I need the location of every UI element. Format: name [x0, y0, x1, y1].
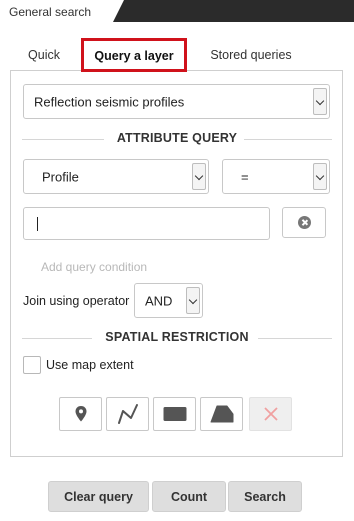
polygon-icon: [210, 405, 233, 423]
polyline-icon: [117, 404, 138, 424]
spatial-restriction-heading: SPATIAL RESTRICTION: [22, 330, 332, 346]
query-value-input[interactable]: [24, 208, 269, 239]
operator-select[interactable]: =: [222, 159, 330, 194]
clear-value-button[interactable]: [282, 207, 326, 238]
clear-drawing-button[interactable]: [249, 397, 292, 431]
operator-select-value: =: [241, 169, 249, 184]
tab-quick[interactable]: Quick: [16, 41, 72, 69]
field-select-value: Profile: [42, 169, 79, 184]
rectangle-icon: [163, 407, 186, 421]
attribute-query-heading: ATTRIBUTE QUERY: [22, 131, 332, 147]
use-map-extent-label: Use map extent: [46, 358, 134, 372]
chevron-down-icon: [186, 287, 200, 314]
layer-select-value: Reflection seismic profiles: [34, 94, 185, 109]
add-query-condition-link[interactable]: Add query condition: [41, 260, 147, 274]
chevron-down-icon: [192, 163, 206, 190]
draw-polygon-button[interactable]: [200, 397, 243, 431]
join-operator-select[interactable]: AND: [134, 283, 203, 318]
clear-drawing-x-icon: [263, 407, 278, 421]
chevron-down-icon: [313, 88, 327, 115]
use-map-extent-checkbox[interactable]: [23, 356, 41, 374]
draw-polyline-button[interactable]: [106, 397, 149, 431]
count-button[interactable]: Count: [152, 481, 226, 512]
point-marker-icon: [75, 406, 86, 422]
chevron-down-icon: [313, 163, 327, 190]
join-operator-label: Join using operator: [23, 294, 130, 308]
clear-query-button[interactable]: Clear query: [48, 481, 149, 512]
window-title: General search: [9, 5, 92, 19]
text-caret: [37, 217, 38, 231]
search-button[interactable]: Search: [228, 481, 302, 512]
layer-select[interactable]: Reflection seismic profiles: [23, 84, 330, 119]
draw-rectangle-button[interactable]: [153, 397, 196, 431]
query-value-field[interactable]: [23, 207, 270, 240]
field-select[interactable]: Profile: [23, 159, 209, 194]
tab-stored-queries[interactable]: Stored queries: [196, 41, 306, 69]
join-operator-value: AND: [145, 293, 173, 308]
clear-x-circle-icon: [298, 216, 311, 229]
draw-point-button[interactable]: [59, 397, 102, 431]
tab-query-a-layer[interactable]: Query a layer: [81, 38, 187, 72]
window-title-tab: General search: [0, 0, 124, 22]
